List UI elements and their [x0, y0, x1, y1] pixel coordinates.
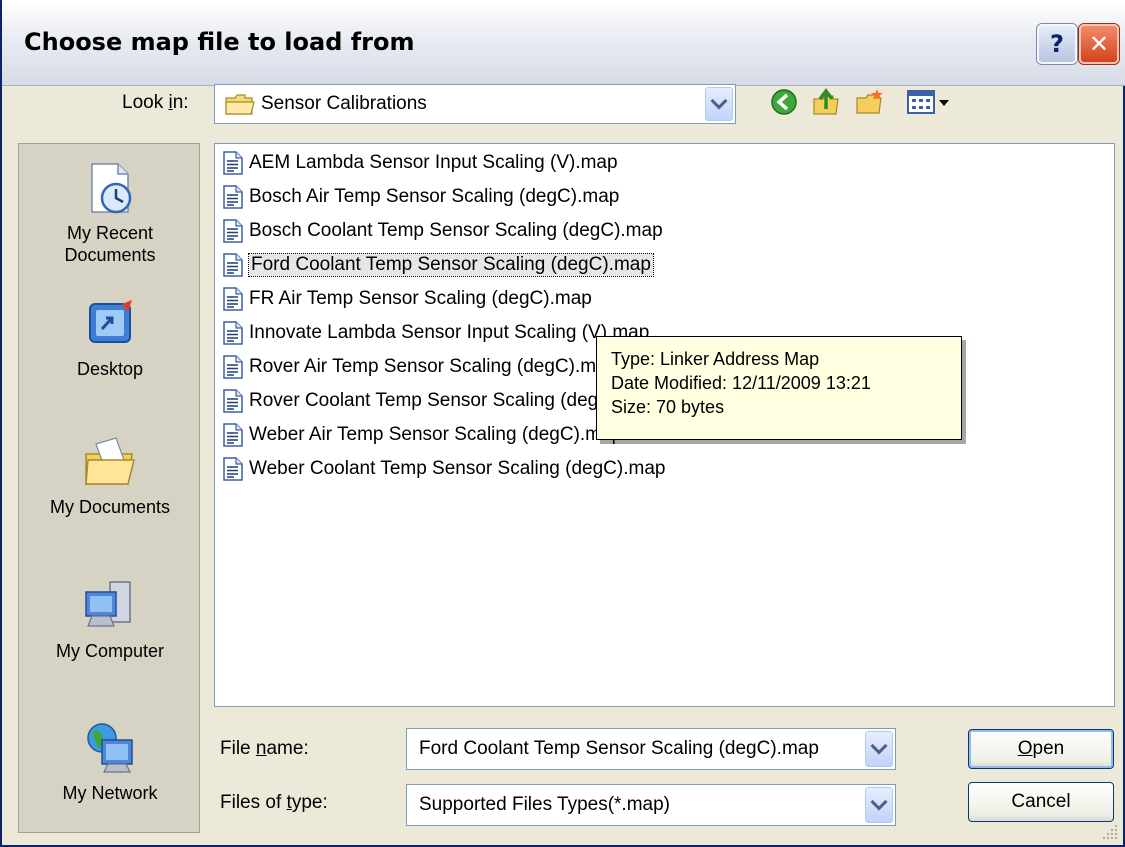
look-in-label-pre: Look	[122, 92, 169, 113]
file-list-item[interactable]: Rover Coolant Temp Sensor Scaling (degC)…	[223, 386, 661, 416]
look-in-value: Sensor Calibrations	[261, 93, 427, 114]
open-button-rest: pen	[1032, 738, 1065, 759]
place-label: My Documents	[49, 497, 171, 517]
place-recent-documents[interactable]: My Recent Documents	[19, 160, 199, 266]
text-file-icon	[223, 287, 243, 311]
new-folder-button[interactable]	[854, 86, 886, 118]
view-menu-button[interactable]	[902, 86, 956, 118]
view-menu-icon	[907, 90, 949, 114]
file-name-text: Weber Air Temp Sensor Scaling (degC).map	[249, 424, 623, 445]
file-name-text: Rover Air Temp Sensor Scaling (degC).map	[249, 356, 618, 377]
tooltip-size: Size: 70 bytes	[611, 397, 725, 417]
chevron-down-icon[interactable]	[865, 731, 893, 767]
files-of-type-label-post: ype:	[291, 792, 328, 813]
file-name-label-pre: File	[220, 738, 256, 759]
look-in-label: Look in:	[122, 92, 189, 114]
text-file-icon	[223, 151, 243, 175]
files-of-type-dropdown[interactable]: Supported Files Types(*.map)	[406, 784, 896, 826]
text-file-icon	[223, 321, 243, 345]
file-list-item[interactable]: Weber Air Temp Sensor Scaling (degC).map	[223, 420, 622, 450]
title-bar[interactable]: Choose map file to load from ? ✕	[2, 0, 1125, 86]
place-label: Desktop	[76, 359, 144, 379]
text-file-icon	[223, 423, 243, 447]
up-folder-icon	[813, 88, 839, 115]
file-list-item[interactable]: AEM Lambda Sensor Input Scaling (V).map	[223, 148, 618, 178]
my-network-icon	[87, 723, 133, 773]
files-of-type-label-pre: Files of	[220, 792, 287, 813]
place-label: My Network	[62, 783, 158, 803]
file-name-label-key: n	[255, 738, 267, 759]
file-name-text: Weber Coolant Temp Sensor Scaling (degC)…	[249, 458, 666, 479]
back-button[interactable]	[768, 86, 800, 118]
file-name-text: FR Air Temp Sensor Scaling (degC).map	[249, 288, 592, 309]
help-icon: ?	[1050, 30, 1064, 58]
text-file-icon	[223, 219, 243, 243]
place-label: My Computer	[55, 641, 165, 661]
new-folder-icon	[856, 89, 883, 114]
file-list-item[interactable]: Bosch Coolant Temp Sensor Scaling (degC)…	[223, 216, 663, 246]
look-in-label-post: n:	[172, 92, 189, 113]
open-button-key: O	[1017, 738, 1033, 759]
file-name-text: AEM Lambda Sensor Input Scaling (V).map	[249, 152, 618, 173]
resize-grip-icon[interactable]	[1101, 823, 1119, 841]
file-name-label-post: ame:	[266, 738, 309, 759]
file-list-item[interactable]: Rover Air Temp Sensor Scaling (degC).map	[223, 352, 617, 382]
text-file-icon	[223, 457, 243, 481]
dialog-title: Choose map file to load from	[24, 28, 415, 56]
text-file-icon	[223, 355, 243, 379]
text-file-icon	[223, 253, 243, 277]
file-info-tooltip: Type: Linker Address Map Date Modified: …	[596, 336, 962, 440]
folder-icon	[225, 94, 255, 115]
open-button[interactable]: Open	[968, 729, 1114, 769]
cancel-button-label: Cancel	[1011, 791, 1071, 812]
help-button[interactable]: ?	[1037, 24, 1077, 64]
cancel-button[interactable]: Cancel	[968, 782, 1114, 822]
up-folder-button[interactable]	[810, 86, 842, 118]
files-of-type-value: Supported Files Types(*.map)	[419, 794, 670, 815]
file-list-item[interactable]: Weber Coolant Temp Sensor Scaling (degC)…	[223, 454, 665, 484]
file-list-item[interactable]: Ford Coolant Temp Sensor Scaling (degC).…	[223, 250, 654, 280]
tooltip-date-modified: Date Modified: 12/11/2009 13:21	[611, 373, 871, 393]
file-name-label: File name:	[220, 738, 309, 760]
place-desktop[interactable]: Desktop	[19, 296, 199, 380]
file-name-input[interactable]: Ford Coolant Temp Sensor Scaling (degC).…	[406, 728, 896, 770]
tooltip-type: Type: Linker Address Map	[611, 349, 820, 369]
my-computer-icon	[85, 581, 131, 627]
file-name-text: Bosch Coolant Temp Sensor Scaling (degC)…	[249, 220, 663, 241]
desktop-icon	[89, 300, 132, 343]
recent-documents-icon	[91, 163, 132, 214]
text-file-icon	[223, 389, 243, 413]
place-my-computer[interactable]: My Computer	[19, 578, 199, 662]
file-name-text: Bosch Air Temp Sensor Scaling (degC).map	[249, 186, 620, 207]
look-in-dropdown[interactable]: Sensor Calibrations	[214, 84, 736, 124]
file-list-item[interactable]: FR Air Temp Sensor Scaling (degC).map	[223, 284, 592, 314]
chevron-down-icon[interactable]	[705, 87, 733, 121]
file-list-item[interactable]: Bosch Air Temp Sensor Scaling (degC).map	[223, 182, 619, 212]
file-list-item[interactable]: Innovate Lambda Sensor Input Scaling (V)…	[223, 318, 649, 348]
open-file-dialog: Choose map file to load from ? ✕ Look in…	[0, 0, 1125, 847]
place-my-network[interactable]: My Network	[19, 720, 199, 804]
text-file-icon	[223, 185, 243, 209]
my-documents-icon	[85, 437, 135, 485]
files-of-type-label: Files of type:	[220, 792, 328, 814]
place-label: My Recent Documents	[64, 223, 156, 265]
close-button[interactable]: ✕	[1079, 24, 1119, 64]
file-name-text: Innovate Lambda Sensor Input Scaling (V)…	[249, 322, 650, 343]
place-my-documents[interactable]: My Documents	[19, 434, 199, 518]
file-name-value: Ford Coolant Temp Sensor Scaling (degC).…	[419, 738, 819, 759]
file-name-text: Ford Coolant Temp Sensor Scaling (degC).…	[248, 253, 654, 277]
back-arrow-icon	[771, 89, 797, 115]
places-bar: My Recent Documents Desktop My Documents	[18, 143, 200, 833]
chevron-down-icon[interactable]	[865, 787, 893, 823]
close-icon: ✕	[1088, 30, 1110, 58]
